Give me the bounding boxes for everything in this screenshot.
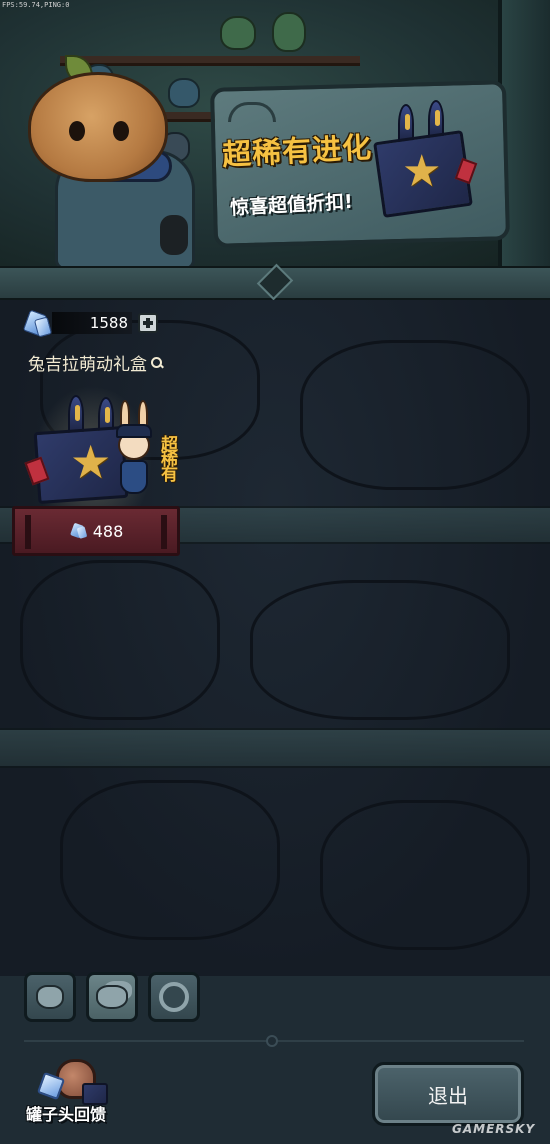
- bunny-girl-icon: [110, 400, 158, 500]
- magnify-icon[interactable]: [151, 356, 163, 369]
- multi-pot-icon: [96, 985, 128, 1009]
- star-icon: ★: [70, 435, 112, 489]
- promo-title: 超稀有进化: [221, 130, 373, 172]
- gift-box-icon: ★: [372, 100, 482, 220]
- gift-box-card[interactable]: ★ 超稀有 488: [12, 385, 180, 557]
- item-title[interactable]: 兔吉拉萌动礼盒: [28, 350, 163, 375]
- stone-crack: [300, 340, 530, 490]
- jar-decoration: [220, 16, 256, 50]
- currency-bar: 1588: [22, 310, 158, 336]
- feedback-label[interactable]: 罐子头回馈: [26, 1101, 106, 1125]
- gem-icon: [69, 522, 89, 540]
- watermark: GAMERSKY: [452, 1122, 536, 1136]
- plate-trim: [25, 515, 31, 549]
- wheel-icon: [159, 982, 189, 1012]
- stone-crack: [320, 800, 530, 950]
- fps-readout: FPS:59.74,PING:0: [2, 1, 70, 9]
- gem-balance: 1588: [52, 312, 132, 334]
- gem-icon: [22, 310, 50, 336]
- price-plate[interactable]: 488: [12, 506, 180, 556]
- tab-multi-pot[interactable]: [86, 972, 138, 1022]
- shopkeeper-hand: [160, 215, 188, 255]
- price-value: 488: [92, 521, 124, 541]
- eye-icon: [69, 121, 85, 141]
- shopkeeper-head: [28, 72, 168, 182]
- single-pot-icon: [36, 985, 64, 1009]
- jar-decoration: [168, 78, 200, 108]
- star-icon: ★: [402, 146, 442, 197]
- jar-decoration: [272, 12, 306, 52]
- add-gems-button[interactable]: [138, 313, 158, 333]
- stone-crack: [60, 780, 280, 940]
- stone-crack: [250, 580, 510, 720]
- rarity-label: 超稀有: [157, 435, 177, 480]
- dress: [120, 460, 148, 494]
- tab-single-pot[interactable]: [24, 972, 76, 1022]
- separator-ornament-icon: [266, 1035, 278, 1047]
- exit-button[interactable]: 退出: [372, 1062, 524, 1126]
- item-title-text: 兔吉拉萌动礼盒: [28, 355, 147, 375]
- promo-banner[interactable]: 超稀有进化 惊喜超值折扣! ★: [0, 0, 550, 268]
- plate-trim: [161, 515, 167, 549]
- tab-wheel[interactable]: [148, 972, 200, 1022]
- stone-crack: [20, 560, 220, 720]
- hat: [116, 424, 152, 438]
- shelf-strip: [0, 728, 550, 768]
- eye-icon: [113, 121, 129, 141]
